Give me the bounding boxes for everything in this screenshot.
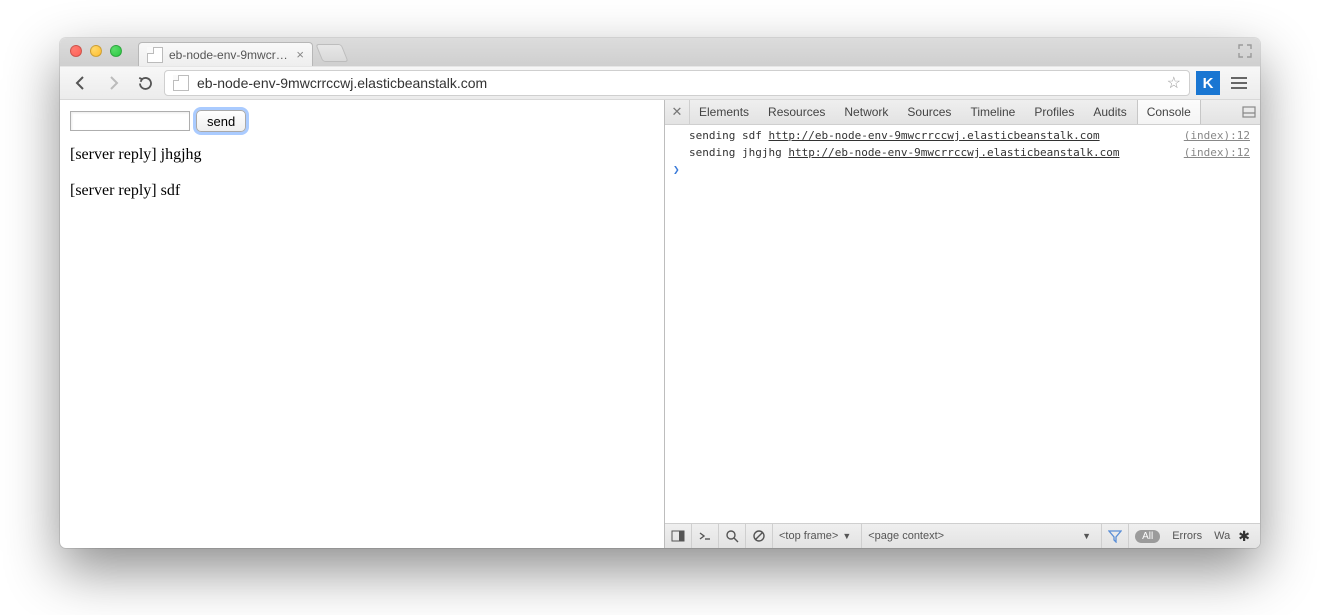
console-text: sending sdf xyxy=(689,129,762,142)
new-tab-button[interactable] xyxy=(315,44,348,62)
devtools-close-button[interactable]: ✕ xyxy=(665,100,690,124)
console-row: sending sdf http://eb-node-env-9mwcrrccw… xyxy=(665,127,1260,144)
devtools-tab-audits[interactable]: Audits xyxy=(1084,100,1136,124)
browser-tab[interactable]: eb-node-env-9mwcrrccwj × xyxy=(138,42,313,66)
filter-errors[interactable]: Errors xyxy=(1166,530,1208,542)
devtools-tab-sources[interactable]: Sources xyxy=(898,100,961,124)
window-expand-icon[interactable] xyxy=(1238,44,1252,58)
window-close-button[interactable] xyxy=(70,45,82,57)
browser-toolbar: eb-node-env-9mwcrrccwj.elasticbeanstalk.… xyxy=(60,66,1260,100)
console-link[interactable]: http://eb-node-env-9mwcrrccwj.elasticbea… xyxy=(768,129,1099,142)
console-link[interactable]: http://eb-node-env-9mwcrrccwj.elasticbea… xyxy=(788,146,1119,159)
devtools-tab-resources[interactable]: Resources xyxy=(759,100,835,124)
tab-title: eb-node-env-9mwcrrccwj xyxy=(169,48,290,62)
page-content: send [server reply] jhgjhg [server reply… xyxy=(60,100,664,548)
bookmark-star-icon[interactable]: ☆ xyxy=(1167,73,1181,93)
server-reply: [server reply] jhgjhg xyxy=(70,146,654,164)
url-text: eb-node-env-9mwcrrccwj.elasticbeanstalk.… xyxy=(197,75,1159,91)
devtools-tabs: ✕ Elements Resources Network Sources Tim… xyxy=(665,100,1260,125)
dock-side-button[interactable] xyxy=(665,524,692,548)
devtools-panel: ✕ Elements Resources Network Sources Tim… xyxy=(664,100,1260,548)
tab-strip: eb-node-env-9mwcrrccwj × xyxy=(60,38,1260,66)
console-source[interactable]: (index):12 xyxy=(1184,146,1250,159)
chevron-down-icon: ▼ xyxy=(842,531,851,541)
devtools-footer: <top frame> ▼ <page context> ▼ All Error… xyxy=(665,523,1260,548)
page-icon xyxy=(173,75,189,91)
devtools-tab-console[interactable]: Console xyxy=(1137,100,1201,124)
show-console-button[interactable] xyxy=(692,524,719,548)
chevron-down-icon: ▼ xyxy=(1082,531,1091,541)
filter-warnings[interactable]: Wa xyxy=(1208,530,1232,542)
address-bar[interactable]: eb-node-env-9mwcrrccwj.elasticbeanstalk.… xyxy=(164,70,1190,96)
browser-window: eb-node-env-9mwcrrccwj × eb-node-env-9mw… xyxy=(60,38,1260,548)
devtools-tab-elements[interactable]: Elements xyxy=(690,100,759,124)
frame-select-label: <top frame> xyxy=(779,530,838,542)
menu-button[interactable] xyxy=(1226,70,1252,96)
filter-button[interactable] xyxy=(1102,524,1129,548)
tab-close-button[interactable]: × xyxy=(296,47,304,62)
console-prompt[interactable]: ❯ xyxy=(665,161,1260,178)
window-controls xyxy=(70,45,122,57)
devtools-console[interactable]: sending sdf http://eb-node-env-9mwcrrccw… xyxy=(665,125,1260,523)
window-zoom-button[interactable] xyxy=(110,45,122,57)
server-reply: [server reply] sdf xyxy=(70,182,654,200)
context-select-label: <page context> xyxy=(868,530,944,542)
input-row: send xyxy=(70,110,654,132)
console-text: sending jhgjhg xyxy=(689,146,782,159)
clear-console-button[interactable] xyxy=(746,524,773,548)
console-source[interactable]: (index):12 xyxy=(1184,129,1250,142)
message-input[interactable] xyxy=(70,111,190,131)
tab-favicon xyxy=(147,47,163,63)
forward-button[interactable] xyxy=(100,70,126,96)
send-button[interactable]: send xyxy=(196,110,246,132)
window-minimize-button[interactable] xyxy=(90,45,102,57)
console-row: sending jhgjhg http://eb-node-env-9mwcrr… xyxy=(665,144,1260,161)
devtools-tab-timeline[interactable]: Timeline xyxy=(961,100,1025,124)
filter-all[interactable]: All xyxy=(1135,530,1160,543)
settings-gear-icon[interactable]: ✱ xyxy=(1232,528,1256,545)
body-split: send [server reply] jhgjhg [server reply… xyxy=(60,100,1260,548)
context-select[interactable]: <page context> ▼ xyxy=(862,524,1102,548)
search-button[interactable] xyxy=(719,524,746,548)
devtools-tab-profiles[interactable]: Profiles xyxy=(1025,100,1084,124)
reload-button[interactable] xyxy=(132,70,158,96)
frame-select[interactable]: <top frame> ▼ xyxy=(773,524,862,548)
back-button[interactable] xyxy=(68,70,94,96)
devtools-drawer-button[interactable] xyxy=(1238,100,1260,124)
devtools-tab-network[interactable]: Network xyxy=(835,100,898,124)
extension-button[interactable]: K xyxy=(1196,71,1220,95)
